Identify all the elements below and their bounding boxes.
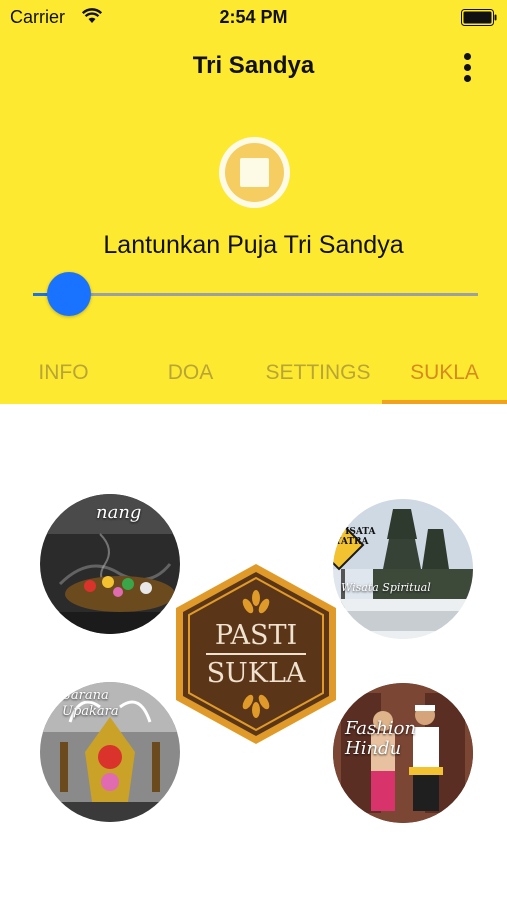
logo-line1: PASTI xyxy=(214,620,298,651)
sarana-upakara-image[interactable]: Sarana Upakara xyxy=(40,682,180,822)
wisata-spiritual-image[interactable]: WISATA YATRA Wisata Spiritual xyxy=(333,499,473,639)
hexagon-badge xyxy=(176,564,336,744)
fashion-hindu-image[interactable]: Fashion Hindu xyxy=(333,683,473,823)
status-time: 2:54 PM xyxy=(219,7,288,27)
stop-icon xyxy=(240,158,269,187)
slider-thumb[interactable] xyxy=(47,272,91,316)
stop-button[interactable] xyxy=(219,137,290,208)
tab-bar: INFO DOA SETTINGS SUKLA xyxy=(0,352,507,404)
more-vertical-icon[interactable] xyxy=(456,50,480,86)
status-bar: Carrier 2:54 PM xyxy=(0,0,507,36)
pasti-sukla-logo[interactable]: PASTI SUKLA xyxy=(172,560,340,748)
slider-track xyxy=(33,293,478,296)
temple-illustration xyxy=(333,499,473,639)
banten-harian-image[interactable]: nang xyxy=(40,494,180,634)
fashion-caption: Fashion Hindu xyxy=(345,718,417,759)
tab-settings[interactable]: SETTINGS xyxy=(254,352,382,404)
track-title: Lantunkan Puja Tri Sandya xyxy=(103,231,404,259)
wisata-caption: Wisata Spiritual xyxy=(341,581,431,594)
app-title: Tri Sandya xyxy=(192,52,315,79)
wisata-sign-text: WISATA YATRA xyxy=(335,527,376,547)
progress-slider[interactable] xyxy=(33,272,478,316)
header: Carrier 2:54 PM Tri Sandya Lantunkan Puj… xyxy=(0,0,507,404)
tab-info[interactable]: INFO xyxy=(0,352,127,404)
upakara-caption: Sarana Upakara xyxy=(62,688,119,719)
tab-sukla[interactable]: SUKLA xyxy=(382,352,507,404)
banten-caption: nang xyxy=(96,502,142,523)
logo-line2: SUKLA xyxy=(206,658,306,689)
battery-icon xyxy=(461,9,497,26)
tab-doa[interactable]: DOA xyxy=(127,352,254,404)
